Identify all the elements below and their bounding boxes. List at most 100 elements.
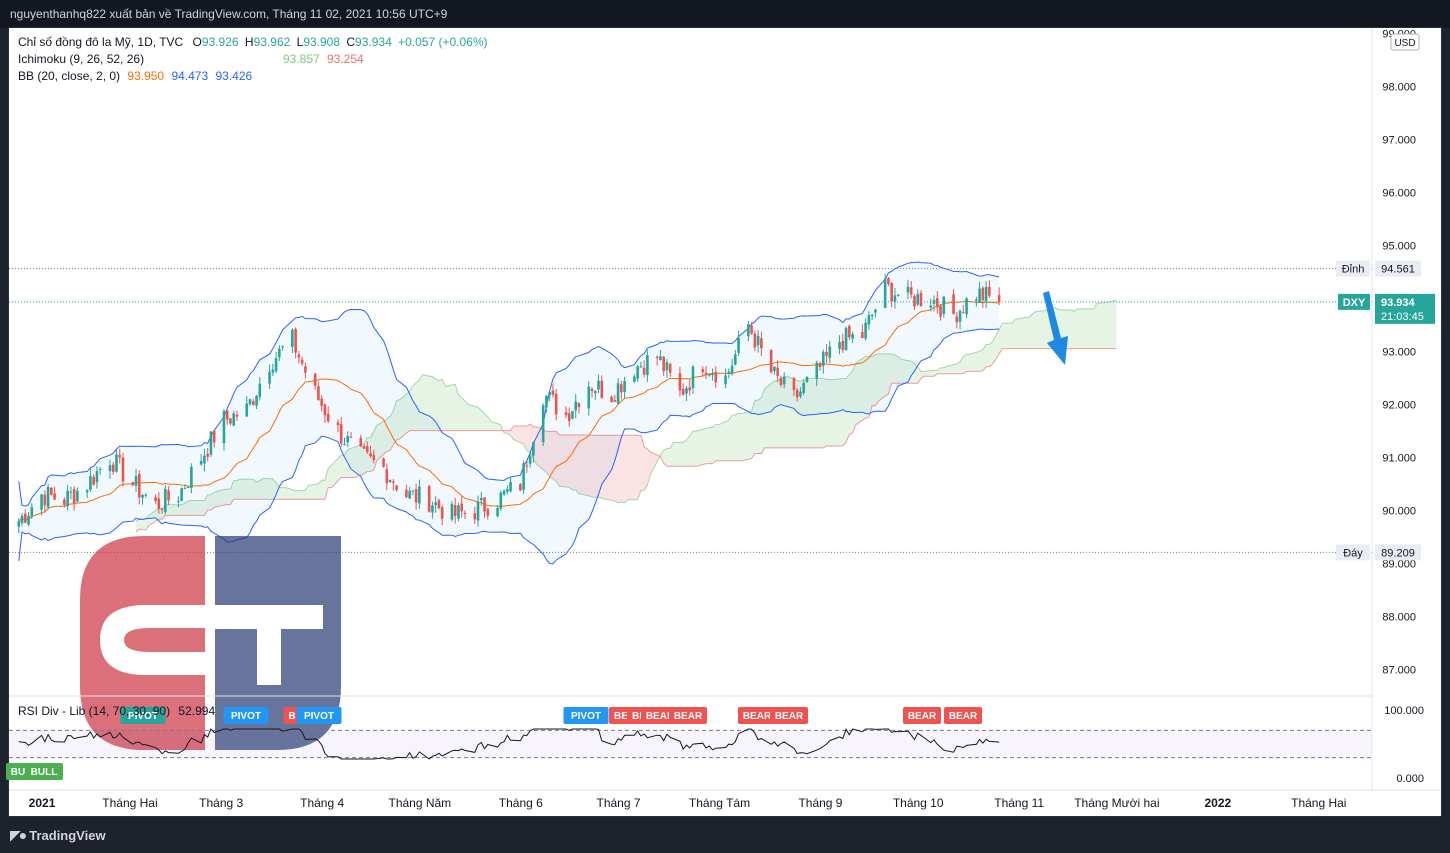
kumo-segment (644, 446, 648, 491)
chart-canvas[interactable]: PIVOT PIVOT B PIVOT PIVOT BE BE BEAR BEAR BEAR BEA… (0, 0, 1450, 817)
candle (180, 487, 183, 501)
candle-body (395, 485, 398, 490)
candle-body (818, 363, 822, 367)
footer-bar: ◤● TradingView (0, 817, 1450, 853)
rsi-signal-text: BU (11, 767, 25, 778)
price-tick-label: 91.000 (1382, 452, 1416, 464)
kumo-segment (438, 379, 443, 431)
candle-body (681, 388, 685, 395)
candle-body (929, 305, 933, 308)
kumo-segment (1025, 317, 1029, 349)
candle-body (861, 331, 864, 339)
kumo-segment (139, 518, 143, 530)
candle-body (662, 356, 665, 372)
candle-body (118, 455, 122, 458)
candle-body (776, 367, 779, 376)
candle-body (838, 342, 841, 349)
bb-name: BB (20, close, 2, 0) (18, 69, 121, 83)
candle-body (463, 512, 467, 514)
candle-body (268, 371, 271, 384)
candle-body (131, 482, 135, 486)
candle-body (567, 413, 571, 422)
candle-body (519, 484, 522, 491)
time-tick-label: Tháng 7 (597, 796, 641, 810)
candle-body (320, 398, 323, 406)
price-tick-label: 87.000 (1382, 664, 1416, 676)
bb-upper-value: 94.473 (171, 69, 209, 83)
rsi-band-fill (9, 730, 1372, 758)
kumo-segment (712, 424, 716, 464)
candle-body (183, 487, 187, 489)
candle (457, 502, 460, 522)
candle-body (304, 366, 307, 373)
kumo-segment (1106, 300, 1117, 349)
rsi-signal-label: BEAR (903, 707, 941, 724)
candle-body (95, 471, 99, 483)
candle-body (115, 454, 118, 472)
kumo-segment (738, 413, 742, 461)
ohlc-change: +0.057 (+0.06%) (398, 35, 488, 49)
candle-body (460, 503, 464, 512)
time-tick-label: Tháng 9 (798, 796, 842, 810)
top-value: 94.561 (1381, 264, 1415, 276)
candle-body (473, 513, 477, 520)
kumo-segment (302, 490, 306, 500)
candle-body (50, 487, 53, 495)
kumo-segment (1100, 302, 1104, 349)
candle-body (98, 469, 102, 471)
candle-body (769, 349, 773, 373)
candle-body (457, 505, 460, 519)
price-tick-label: 93.000 (1382, 346, 1416, 358)
rsi-name: RSI Div - Lib (14, 70, 30, 90) (18, 704, 171, 718)
tradingview-brand: TradingView (29, 828, 106, 843)
candle (50, 487, 53, 496)
rsi-signal-text: BEAR (908, 711, 937, 722)
candle-body (874, 309, 877, 313)
candle-body (27, 515, 30, 525)
candle-body (408, 490, 411, 499)
candle-body (496, 508, 499, 517)
price-tick-label: 98.000 (1382, 81, 1416, 93)
candle-body (235, 414, 239, 417)
candle-body (66, 490, 69, 507)
kumo-segment (1080, 308, 1084, 349)
candle-body (418, 486, 421, 504)
candle-body (711, 373, 714, 376)
kumo-segment (735, 413, 739, 461)
candle-body (867, 315, 871, 325)
rsi-signal-text: BE (614, 711, 628, 722)
candle-body (229, 418, 232, 424)
candle-body (157, 498, 161, 509)
candle-body (795, 389, 799, 398)
candle (737, 330, 740, 356)
symbol-name: Chỉ số đồng đô la Mỹ, 1D, TVC (18, 35, 184, 49)
candle-body (935, 298, 939, 308)
candle-body (405, 489, 408, 498)
rsi-signal-text: BULL (31, 767, 58, 778)
candle-body (704, 372, 708, 375)
tradingview-logo[interactable]: ◤● TradingView (10, 827, 106, 844)
candle-body (385, 469, 389, 484)
kumo-segment (1008, 323, 1013, 349)
candle (769, 349, 773, 373)
time-tick-label: Tháng 3 (199, 796, 243, 810)
kumo-segment (624, 435, 628, 503)
candle-body (916, 294, 920, 305)
candle-body (551, 390, 555, 395)
candle-body (392, 481, 395, 483)
candle-body (369, 453, 372, 457)
candle-body (997, 295, 1001, 302)
candle-body (255, 395, 258, 406)
candle-body (274, 358, 278, 372)
candle-body (890, 282, 893, 302)
rsi-signal-text: BEAR (674, 711, 703, 722)
candle-body (730, 365, 734, 374)
kumo-segment (666, 448, 671, 467)
kumo-segment (1093, 303, 1097, 349)
time-tick-label: 2021 (29, 796, 56, 810)
candle-body (821, 351, 825, 366)
candle-body (40, 494, 43, 510)
candle-body (522, 463, 525, 490)
candle-body (805, 377, 809, 383)
kumo-segment (308, 483, 319, 500)
